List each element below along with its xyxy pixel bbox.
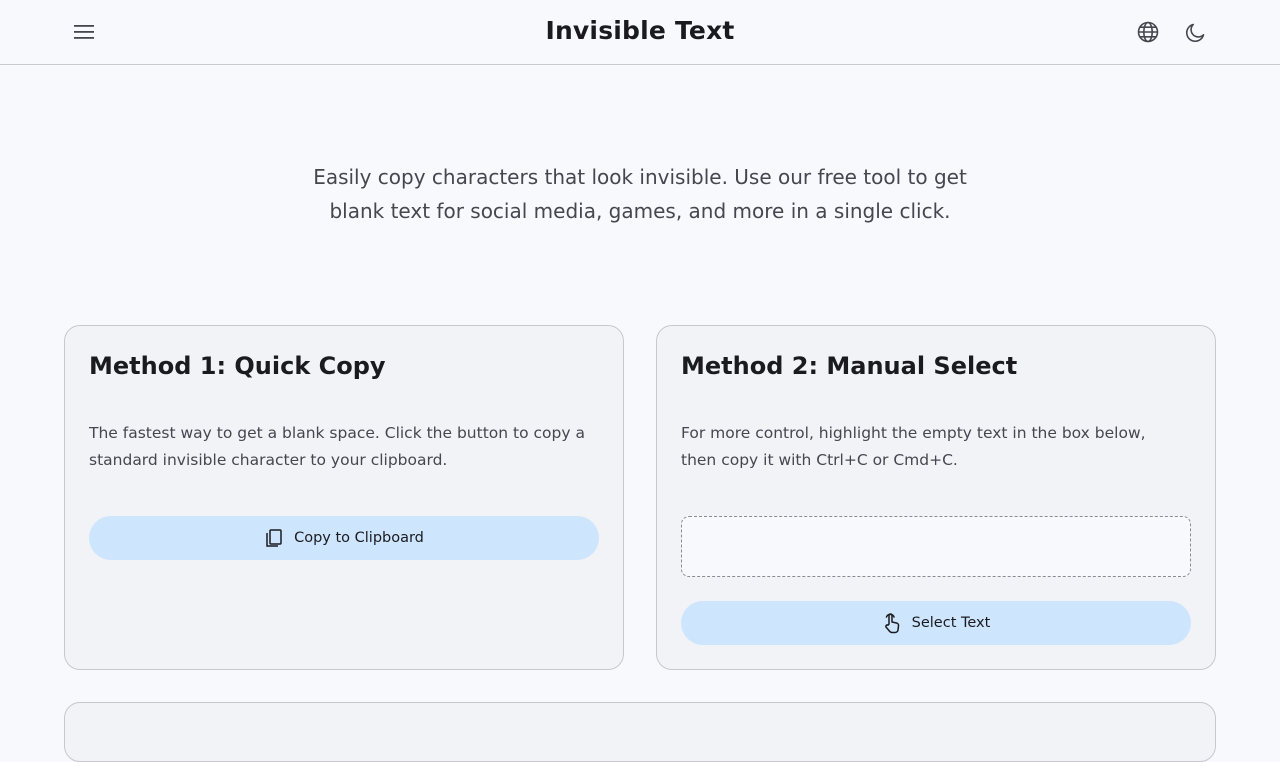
select-text-button[interactable]: Select Text bbox=[681, 601, 1191, 645]
top-app-bar: Invisible Text bbox=[0, 0, 1280, 65]
copy-to-clipboard-button[interactable]: Copy to Clipboard bbox=[89, 516, 599, 560]
select-button-label: Select Text bbox=[911, 615, 991, 631]
method1-card: Method 1: Quick Copy The fastest way to … bbox=[64, 325, 624, 670]
method2-card: Method 2: Manual Select For more control… bbox=[656, 325, 1216, 670]
language-button[interactable] bbox=[1128, 12, 1168, 52]
moon-icon bbox=[1185, 23, 1205, 43]
method2-description: For more control, highlight the empty te… bbox=[681, 424, 1146, 469]
copy-icon bbox=[264, 528, 284, 548]
globe-icon bbox=[1137, 21, 1159, 43]
invisible-text-box[interactable]: ㅤ bbox=[681, 516, 1191, 577]
copy-button-label: Copy to Clipboard bbox=[294, 530, 424, 546]
method1-title: Method 1: Quick Copy bbox=[89, 352, 386, 380]
app-title: Invisible Text bbox=[545, 16, 735, 45]
additional-card bbox=[64, 702, 1216, 762]
intro-text: Easily copy characters that look invisib… bbox=[313, 165, 967, 223]
method2-title: Method 2: Manual Select bbox=[681, 352, 1018, 380]
pointer-hand-icon bbox=[882, 612, 902, 634]
method1-description: The fastest way to get a blank space. Cl… bbox=[89, 424, 585, 469]
theme-toggle-button[interactable] bbox=[1176, 12, 1216, 52]
